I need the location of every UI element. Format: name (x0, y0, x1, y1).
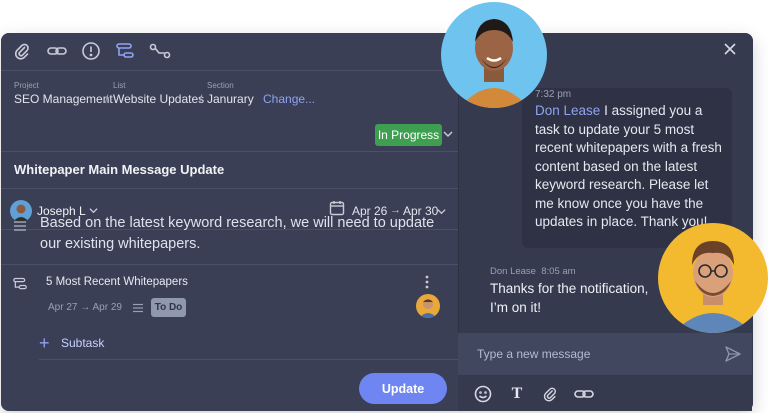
message-composer (458, 333, 752, 375)
breadcrumb-section[interactable]: Section Janurary (207, 81, 254, 106)
user-mention[interactable]: Don Lease (535, 103, 600, 118)
breadcrumb-project[interactable]: Project SEO Management (14, 81, 113, 106)
message-body: I assigned you a task to update your 5 m… (535, 103, 722, 229)
update-button[interactable]: Update (359, 373, 447, 404)
breadcrumb-list-label: List (113, 81, 126, 90)
breadcrumb-project-value[interactable]: SEO Management (14, 92, 113, 106)
chevron-down-icon[interactable] (443, 129, 453, 139)
subtasks-icon (13, 277, 27, 290)
recipient-avatar (658, 223, 768, 333)
subtask-item[interactable]: 5 Most Recent Whitepapers Apr 27 → Apr 2… (1, 264, 458, 326)
task-title-row: Whitepaper Main Message Update (1, 151, 458, 189)
message-timestamp: 7:32 pm (535, 89, 572, 100)
send-icon[interactable] (724, 345, 742, 363)
message-author: Don Lease (490, 266, 536, 277)
format-toolbar: T (458, 375, 752, 411)
subtask-start-date: Apr 27 (48, 302, 78, 313)
subtasks-icon[interactable] (113, 39, 137, 63)
message-text: Don Lease I assigned you a task to updat… (535, 102, 727, 232)
link-icon[interactable] (574, 384, 594, 404)
task-description[interactable]: Based on the latest keyword research, we… (40, 213, 440, 255)
subtask-assignee-avatar[interactable] (416, 294, 440, 318)
more-options-icon[interactable] (422, 274, 432, 290)
message-timestamp: 8:05 am (541, 266, 576, 277)
plus-icon: + (39, 333, 50, 353)
breadcrumb-project-label: Project (14, 81, 39, 90)
task-details: Project SEO Management / List Website Up… (1, 33, 458, 411)
description-icon (14, 221, 26, 231)
attach-icon[interactable] (540, 384, 560, 404)
divider (39, 359, 458, 360)
breadcrumb-separator: / (105, 92, 109, 106)
link-icon[interactable] (45, 39, 69, 63)
breadcrumb-section-label: Section (207, 81, 234, 90)
subtask-status-badge[interactable]: To Do (151, 298, 186, 317)
paperclip-icon[interactable] (10, 39, 34, 63)
description-icon (133, 303, 143, 313)
chat-reply-message: Thanks for the notification, I’m on it! (490, 281, 649, 315)
date-arrow-icon: → (80, 302, 91, 313)
message-meta: Don Lease 8:05 am (490, 266, 576, 277)
subtask-dates[interactable]: Apr 27 → Apr 29 (48, 302, 122, 313)
alert-icon[interactable] (79, 39, 103, 63)
dependency-icon[interactable] (148, 39, 172, 63)
task-toolbar (1, 33, 458, 71)
close-icon[interactable] (722, 41, 738, 57)
breadcrumb-separator: / (199, 92, 203, 106)
text-format-icon[interactable]: T (507, 384, 527, 404)
change-location-link[interactable]: Change... (263, 92, 315, 106)
subtask-end-date: Apr 29 (92, 302, 122, 313)
sender-avatar (441, 2, 547, 108)
add-subtask-button[interactable]: + Subtask (39, 333, 104, 354)
assignee-avatar[interactable] (10, 200, 32, 222)
task-title[interactable]: Whitepaper Main Message Update (14, 162, 224, 177)
emoji-icon[interactable] (473, 384, 493, 404)
breadcrumb-section-value[interactable]: Janurary (207, 92, 254, 106)
add-subtask-label: Subtask (61, 336, 105, 350)
status-badge[interactable]: In Progress (375, 124, 442, 146)
breadcrumb-list-value[interactable]: Website Updates (113, 92, 204, 106)
subtask-title[interactable]: 5 Most Recent Whitepapers (46, 276, 188, 288)
message-input[interactable] (477, 344, 717, 364)
breadcrumb-list[interactable]: List Website Updates (113, 81, 204, 106)
